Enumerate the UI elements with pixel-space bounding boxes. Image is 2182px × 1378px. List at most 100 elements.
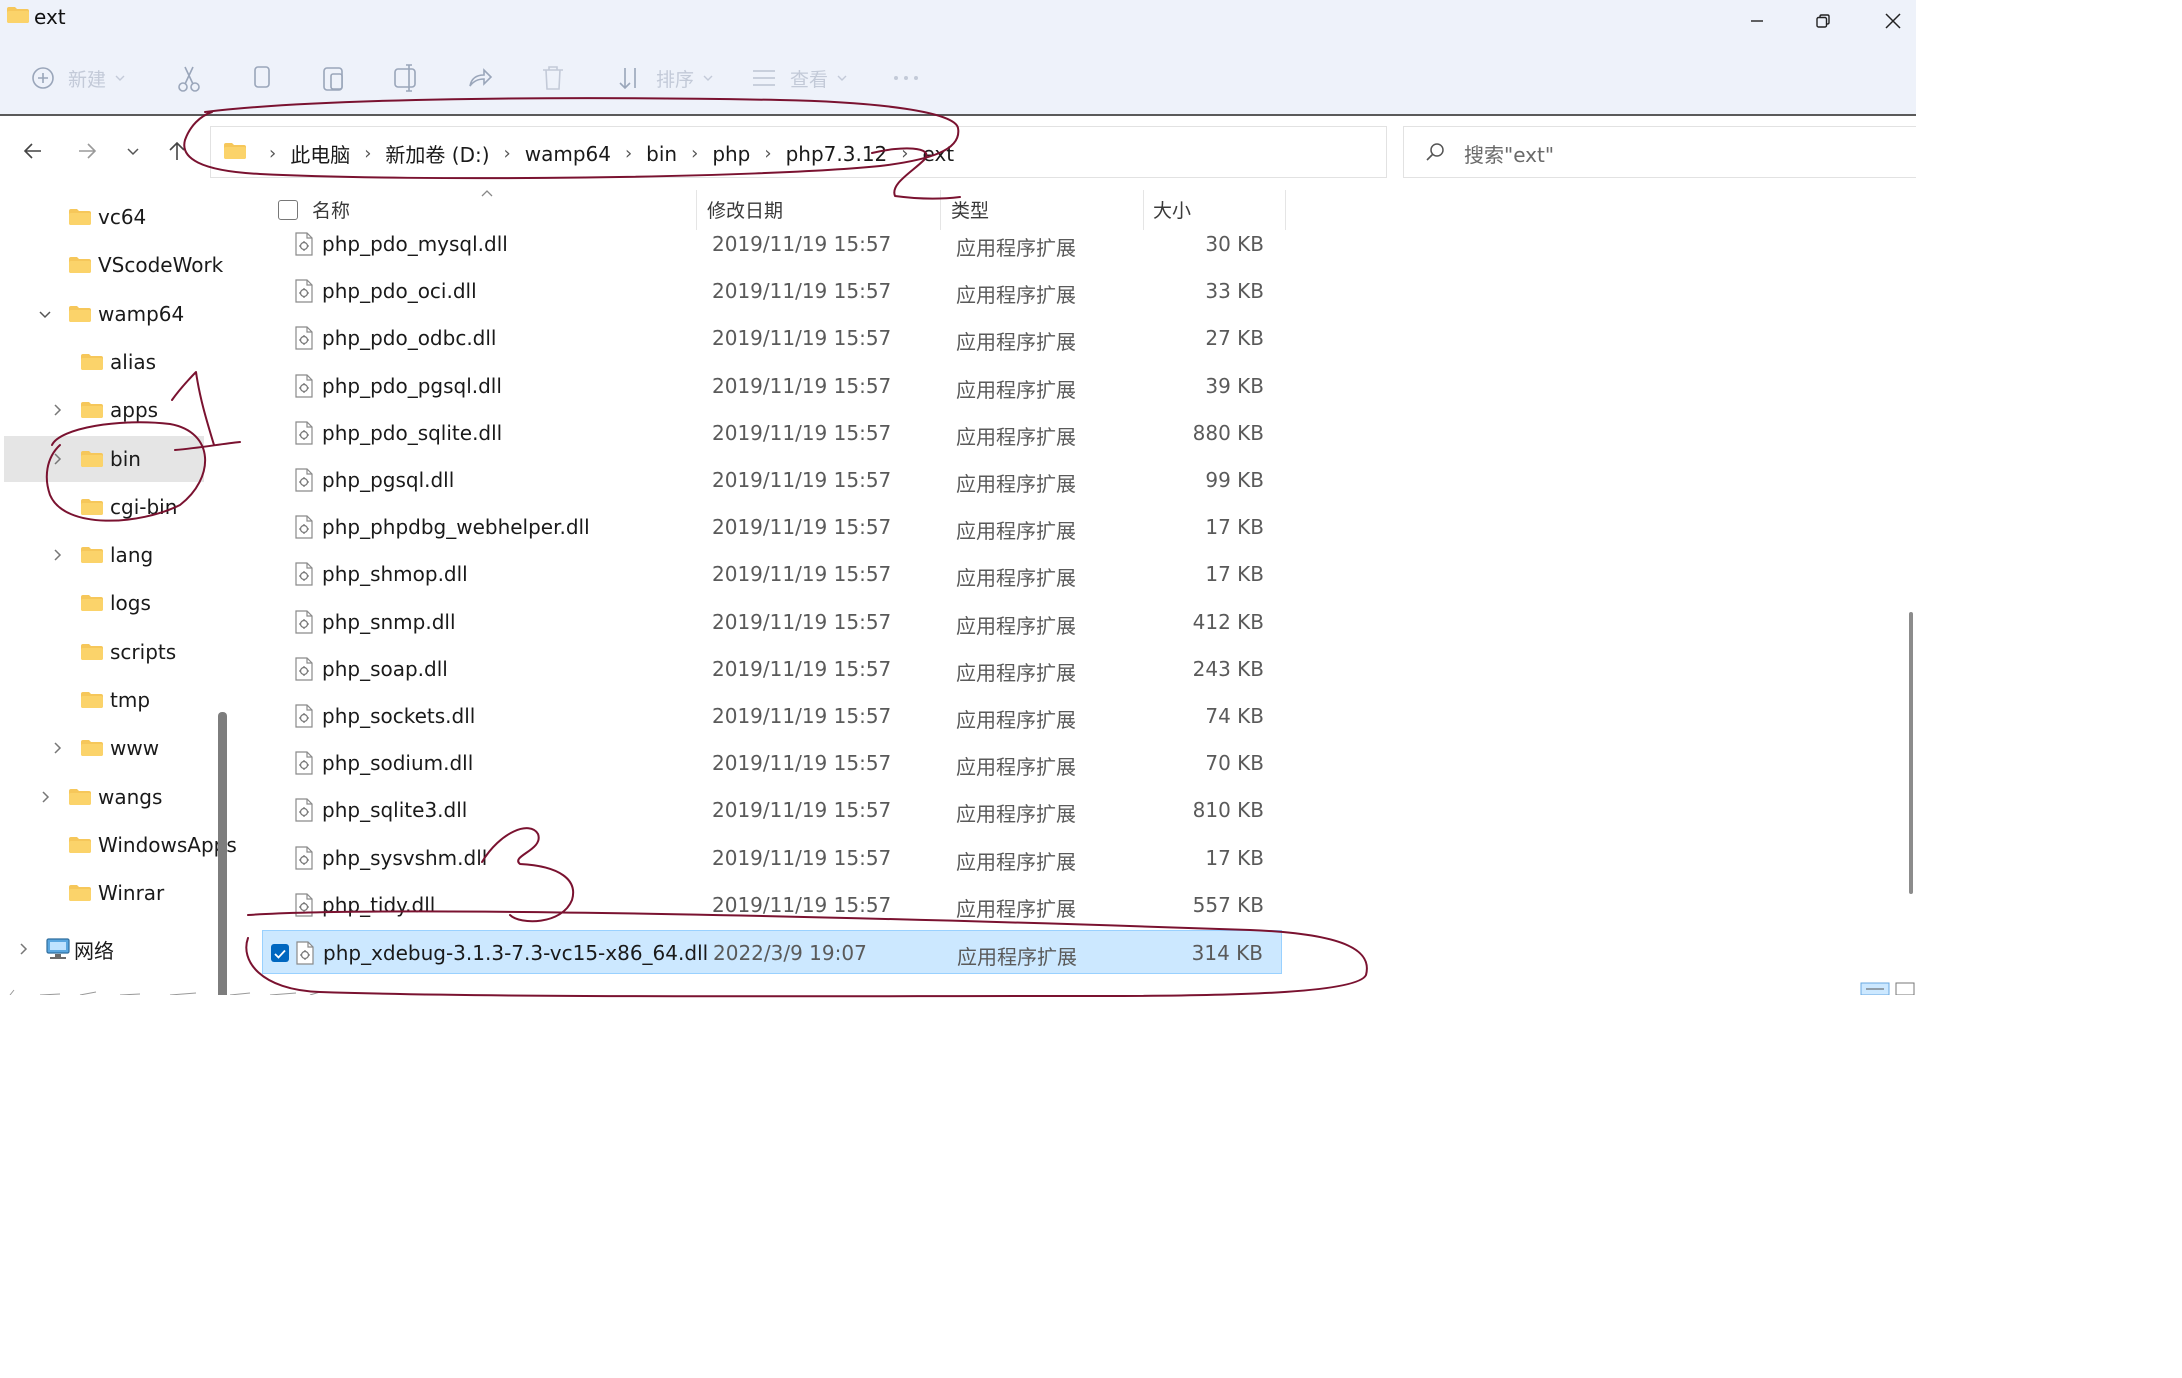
up-button[interactable] <box>162 136 192 166</box>
file-date: 2019/11/19 15:57 <box>712 562 892 587</box>
column-header-size[interactable]: 大小 <box>1153 196 1191 223</box>
minimize-button[interactable] <box>1722 0 1792 42</box>
file-size: 17 KB <box>1205 515 1264 540</box>
file-date: 2022/3/9 19:07 <box>713 941 867 965</box>
breadcrumb-item[interactable]: wamp64 <box>525 142 611 166</box>
more-button[interactable] <box>892 60 920 96</box>
select-all-checkbox[interactable] <box>278 200 298 220</box>
tree-item[interactable]: bin <box>4 435 204 482</box>
column-header-type[interactable]: 类型 <box>951 196 989 223</box>
restore-icon <box>1816 14 1830 28</box>
tree-item-label: logs <box>110 591 151 616</box>
sort-ascending-icon <box>481 190 493 197</box>
file-size: 412 KB <box>1192 609 1264 634</box>
copy-button[interactable] <box>250 60 274 96</box>
chevron-right-icon[interactable] <box>50 741 64 755</box>
file-type: 应用程序扩展 <box>956 424 1076 449</box>
plus-circle-icon <box>32 67 54 89</box>
breadcrumb: › 此电脑 › 新加卷 (D:) › wamp64 › bin › php › … <box>255 139 954 168</box>
file-name: php_xdebug-3.1.3-7.3-vc15-x86_64.dll <box>323 941 709 965</box>
file-row[interactable]: php_pdo_odbc.dll 2019/11/19 15:57 应用程序扩展 27… <box>262 316 1282 360</box>
new-button[interactable]: 新建 <box>30 60 126 96</box>
close-icon <box>1885 13 1901 29</box>
delete-button[interactable] <box>540 60 566 96</box>
file-list-scrollbar[interactable] <box>1909 612 1913 894</box>
file-size: 880 KB <box>1192 420 1264 445</box>
breadcrumb-item[interactable]: 新加卷 (D:) <box>385 139 489 168</box>
chevron-right-icon: › <box>364 143 372 164</box>
chevron-down-icon[interactable] <box>38 307 52 321</box>
row-checkbox[interactable] <box>271 944 289 962</box>
file-row[interactable]: php_sysvshm.dll 2019/11/19 15:57 应用程序扩展 17 … <box>262 836 1282 880</box>
paste-button[interactable] <box>320 60 348 96</box>
tree-item-label: scripts <box>110 639 177 664</box>
restore-button[interactable] <box>1788 0 1858 42</box>
breadcrumb-item[interactable]: bin <box>646 142 677 166</box>
file-row[interactable]: php_sockets.dll 2019/11/19 15:57 应用程序扩展 74 … <box>262 694 1282 738</box>
file-row[interactable]: php_phpdbg_webhelper.dll 2019/11/19 15:57… <box>262 505 1282 549</box>
paste-icon <box>323 67 343 91</box>
file-row[interactable]: php_sodium.dll 2019/11/19 15:57 应用程序扩展 70 K… <box>262 741 1282 785</box>
cut-button[interactable] <box>176 60 202 96</box>
file-type: 应用程序扩展 <box>956 802 1076 827</box>
file-date: 2019/11/19 15:57 <box>712 751 892 776</box>
recent-locations-button[interactable] <box>118 136 148 166</box>
file-row[interactable]: php_tidy.dll 2019/11/19 15:57 应用程序扩展 557 KB <box>262 883 1282 927</box>
breadcrumb-item[interactable]: 此电脑 <box>290 139 350 168</box>
forward-button[interactable] <box>72 136 102 166</box>
chevron-right-icon[interactable] <box>38 790 52 804</box>
file-row[interactable]: php_pdo_mysql.dll 2019/11/19 15:57 应用程序扩展 3… <box>262 222 1282 266</box>
file-row[interactable]: php_pdo_sqlite.dll 2019/11/19 15:57 应用程序扩展… <box>262 411 1282 455</box>
search-icon <box>1426 143 1444 161</box>
file-row[interactable]: php_soap.dll 2019/11/19 15:57 应用程序扩展 243 KB <box>262 647 1282 691</box>
file-name: php_snmp.dll <box>322 609 456 634</box>
file-date: 2019/11/19 15:57 <box>712 326 892 351</box>
sort-label: 排序 <box>656 68 695 91</box>
file-row[interactable]: php_shmop.dll 2019/11/19 15:57 应用程序扩展 17 KB <box>262 552 1282 596</box>
view-button[interactable]: 查看 <box>750 60 848 96</box>
file-size: 39 KB <box>1205 373 1264 398</box>
file-row[interactable]: php_xdebug-3.1.3-7.3-vc15-x86_64.dll 2022… <box>262 930 1282 974</box>
file-size: 30 KB <box>1205 232 1264 256</box>
file-name: php_sqlite3.dll <box>322 798 468 823</box>
dll-file-icon <box>295 468 313 492</box>
chevron-down-icon <box>115 75 125 81</box>
view-toggle[interactable] <box>1860 980 1916 995</box>
file-row[interactable]: php_snmp.dll 2019/11/19 15:57 应用程序扩展 412 KB <box>262 600 1282 644</box>
file-row[interactable]: php_pdo_pgsql.dll 2019/11/19 15:57 应用程序扩展 3… <box>262 364 1282 408</box>
rename-button[interactable] <box>392 60 420 96</box>
file-date: 2019/11/19 15:57 <box>712 798 892 823</box>
copy-icon <box>254 66 270 88</box>
chevron-right-icon[interactable] <box>50 548 64 562</box>
file-size: 17 KB <box>1205 562 1264 587</box>
breadcrumb-item[interactable]: ext <box>922 142 954 166</box>
breadcrumb-item[interactable]: php7.3.12 <box>786 142 888 166</box>
file-row[interactable]: php_pdo_oci.dll 2019/11/19 15:57 应用程序扩展 33 … <box>262 269 1282 313</box>
breadcrumb-item[interactable]: php <box>712 142 750 166</box>
file-date: 2019/11/19 15:57 <box>712 609 892 634</box>
nav-scrollbar[interactable] <box>218 712 227 995</box>
column-header-name[interactable]: 名称 <box>312 196 350 223</box>
file-date: 2019/11/19 15:57 <box>712 515 892 540</box>
file-size: 557 KB <box>1192 892 1264 917</box>
chevron-right-icon[interactable] <box>50 403 64 417</box>
sort-button[interactable]: 排序 <box>616 60 714 96</box>
column-divider[interactable] <box>1285 190 1286 230</box>
dll-file-icon <box>295 421 313 445</box>
chevron-down-icon <box>703 75 713 81</box>
tree-item-label: vc64 <box>98 205 147 229</box>
file-size: 314 KB <box>1191 941 1263 965</box>
folder-icon <box>81 547 103 564</box>
column-header-date[interactable]: 修改日期 <box>707 196 783 223</box>
file-type: 应用程序扩展 <box>956 472 1076 496</box>
search-input[interactable]: 搜索"ext" <box>1403 126 1916 178</box>
share-button[interactable] <box>466 60 494 96</box>
file-row[interactable]: php_pgsql.dll 2019/11/19 15:57 应用程序扩展 99 KB <box>262 458 1282 502</box>
chevron-right-icon[interactable] <box>50 452 64 466</box>
address-bar[interactable]: › 此电脑 › 新加卷 (D:) › wamp64 › bin › php › … <box>210 126 1576 178</box>
back-button[interactable] <box>18 136 48 166</box>
folder-icon <box>81 353 103 370</box>
file-row[interactable]: php_sqlite3.dll 2019/11/19 15:57 应用程序扩展 810… <box>262 788 1282 832</box>
minimize-icon <box>1751 20 1763 22</box>
close-button[interactable] <box>1858 0 1916 42</box>
